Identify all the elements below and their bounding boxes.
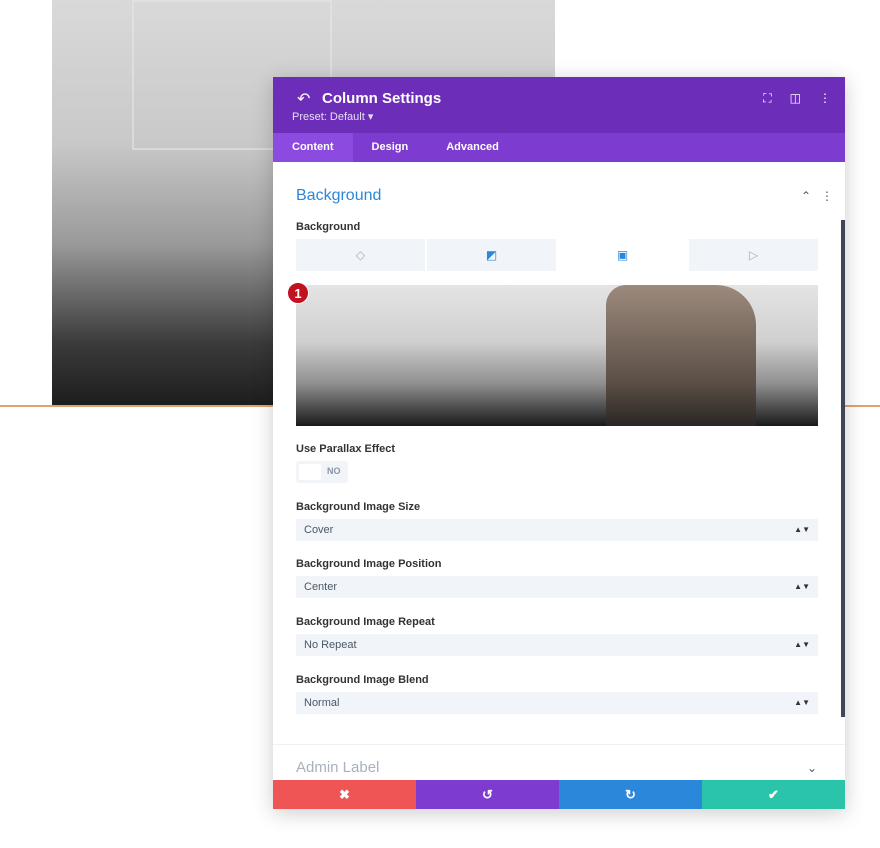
bg-video-tab[interactable]: ▷	[689, 239, 818, 271]
select-value: No Repeat	[304, 639, 357, 651]
preset-dropdown[interactable]: Preset: Default ▾	[292, 110, 373, 123]
admin-label-section[interactable]: Admin Label	[296, 759, 379, 776]
column-settings-modal: ↶ Column Settings Preset: Default ▾ ⛶ ◫ …	[273, 77, 845, 809]
background-type-tabs: ◇ ◩ ▣ ▷	[296, 239, 818, 271]
select-arrows-icon: ▲▼	[794, 640, 810, 649]
tab-bar: Content Design Advanced	[273, 133, 845, 162]
tab-content[interactable]: Content	[273, 133, 353, 162]
select-value: Cover	[304, 524, 334, 536]
more-options-icon[interactable]: ⋮	[819, 91, 831, 106]
back-arrow-icon[interactable]: ↶	[297, 89, 310, 109]
field-label: Background Image Size	[296, 501, 421, 513]
redo-button[interactable]: ↻	[559, 780, 702, 809]
image-size-select[interactable]: Cover ▲▼	[296, 519, 818, 541]
checkmark-icon: ✔	[768, 786, 779, 802]
gradient-icon: ◩	[485, 248, 498, 262]
undo-button[interactable]: ↺	[416, 780, 559, 809]
toggle-state: NO	[327, 466, 341, 476]
modal-header: ↶ Column Settings Preset: Default ▾ ⛶ ◫ …	[273, 77, 845, 133]
image-icon: ▣	[616, 248, 629, 262]
cancel-button[interactable]: ✖	[273, 780, 416, 809]
section-title[interactable]: Background	[296, 187, 381, 205]
save-button[interactable]: ✔	[702, 780, 845, 809]
modal-title: Column Settings	[322, 90, 442, 107]
select-arrows-icon: ▲▼	[794, 525, 810, 534]
select-arrows-icon: ▲▼	[794, 582, 810, 591]
field-label: Background Image Blend	[296, 674, 429, 686]
tab-design[interactable]: Design	[353, 133, 428, 162]
toggle-knob	[299, 464, 321, 480]
paint-bucket-icon: ◇	[355, 248, 366, 262]
tab-advanced[interactable]: Advanced	[427, 133, 518, 162]
image-position-select[interactable]: Center ▲▼	[296, 576, 818, 598]
bg-gradient-tab[interactable]: ◩	[427, 239, 556, 271]
close-icon: ✖	[339, 786, 350, 802]
section-menu-icon[interactable]: ⋮	[821, 189, 833, 203]
video-icon: ▷	[748, 248, 759, 262]
divider	[273, 744, 845, 745]
image-repeat-select[interactable]: No Repeat ▲▼	[296, 634, 818, 656]
preview-figure	[606, 285, 756, 426]
select-arrows-icon: ▲▼	[794, 698, 810, 707]
image-blend-select[interactable]: Normal ▲▼	[296, 692, 818, 714]
select-value: Center	[304, 581, 338, 593]
modal-footer: ✖ ↺ ↻ ✔	[273, 780, 845, 809]
fullscreen-icon[interactable]: ⛶	[763, 91, 771, 106]
background-image-preview[interactable]	[296, 285, 818, 426]
scrollbar[interactable]	[841, 220, 845, 717]
field-label: Background Image Repeat	[296, 616, 435, 628]
bg-color-tab[interactable]: ◇	[296, 239, 425, 271]
field-label: Background Image Position	[296, 558, 442, 570]
redo-icon: ↻	[625, 786, 636, 802]
bg-image-tab[interactable]: ▣	[558, 239, 687, 271]
select-value: Normal	[304, 697, 340, 709]
parallax-label: Use Parallax Effect	[296, 443, 396, 455]
undo-icon: ↺	[482, 786, 493, 802]
split-view-icon[interactable]: ◫	[790, 91, 801, 106]
chevron-down-icon[interactable]: ⌄	[807, 761, 817, 775]
step-badge: 1	[287, 282, 309, 304]
background-label: Background	[296, 221, 361, 233]
chevron-up-icon[interactable]: ⌃	[801, 189, 811, 203]
parallax-toggle[interactable]: NO	[296, 461, 348, 483]
